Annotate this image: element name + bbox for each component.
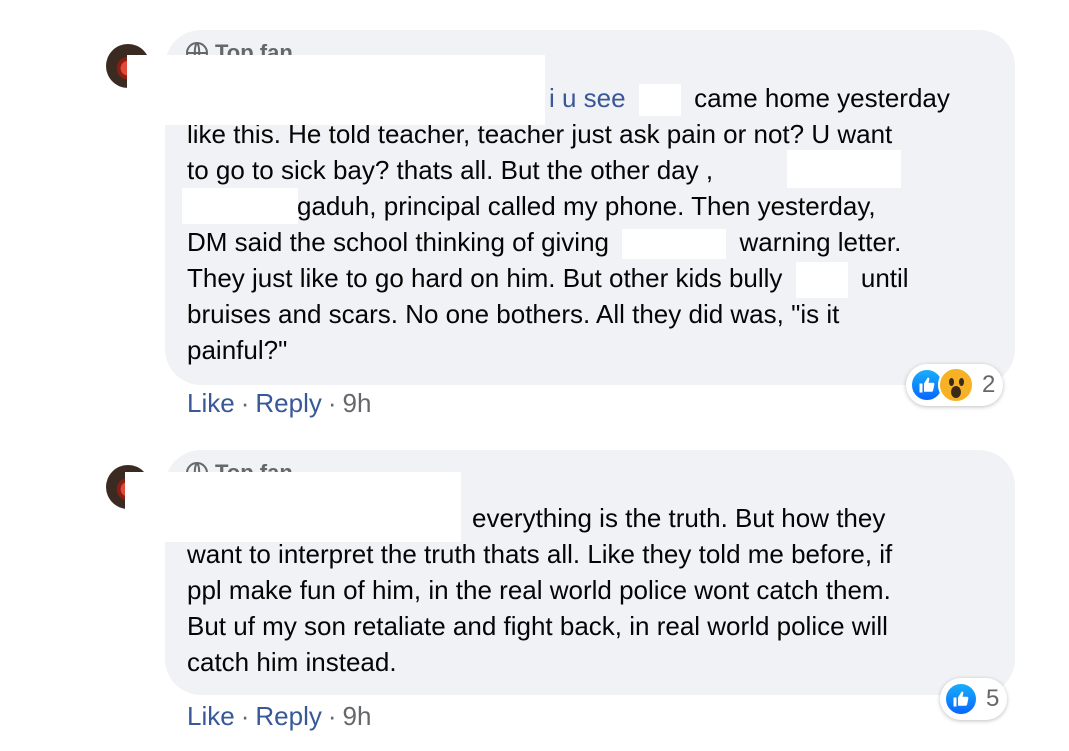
redacted-name <box>787 150 901 188</box>
comment-text: i u see came home yesterday like this. H… <box>187 80 1007 404</box>
redacted-name <box>795 262 848 299</box>
redacted-author-name <box>125 472 461 542</box>
comment-line: gaduh, principal called my phone. Then y… <box>297 191 876 221</box>
reaction-summary[interactable]: 2 <box>906 364 1004 406</box>
timestamp[interactable]: 9h <box>343 388 372 419</box>
comment-line: bruises and scars. No one bothers. All t… <box>187 299 840 329</box>
like-link[interactable]: Like <box>187 701 235 732</box>
comment-line: ppl make fun of him, in the real world p… <box>187 575 891 605</box>
reaction-summary[interactable]: 5 <box>940 678 1008 720</box>
comment-line: catch him instead. <box>187 647 397 677</box>
reply-link[interactable]: Reply <box>255 388 321 419</box>
redacted-name <box>638 84 681 117</box>
reaction-count: 2 <box>982 371 996 398</box>
comment-line: painful?" <box>187 335 288 365</box>
comment-actions: Like · Reply · 9h <box>187 388 372 419</box>
comment-line: They just like to go hard on him. But ot… <box>187 260 909 299</box>
comment-line: to go to sick bay? thats all. But the ot… <box>187 155 714 185</box>
redacted-name <box>622 229 727 260</box>
comment-line: i u see came home yesterday <box>549 80 950 117</box>
like-link[interactable]: Like <box>187 388 235 419</box>
redacted-name <box>182 188 298 224</box>
comment-actions: Like · Reply · 9h <box>187 701 372 732</box>
comment-line: everything is the truth. But how they <box>472 503 886 533</box>
reply-link[interactable]: Reply <box>255 701 321 732</box>
comment-line: DM said the school thinking of giving wa… <box>187 224 901 260</box>
reaction-count: 5 <box>986 685 1000 712</box>
like-reaction-icon <box>944 682 978 716</box>
comment-line: But uf my son retaliate and fight back, … <box>187 611 888 641</box>
timestamp[interactable]: 9h <box>343 701 372 732</box>
wow-reaction-icon <box>938 367 974 403</box>
redacted-author-name <box>127 55 545 125</box>
